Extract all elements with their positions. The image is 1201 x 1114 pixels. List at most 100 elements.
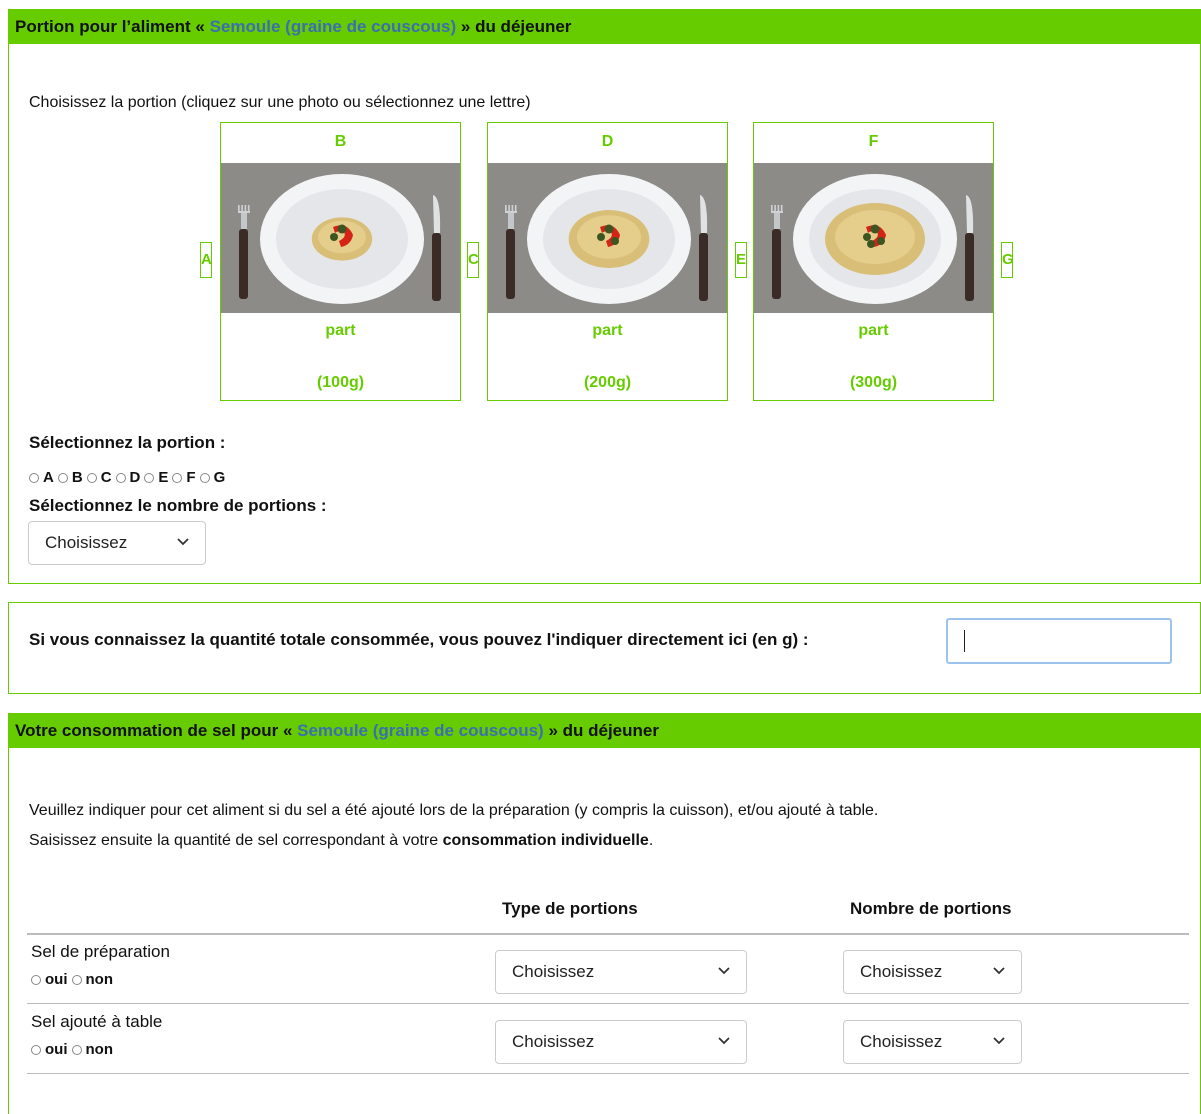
portion-card-weight: (300g) bbox=[849, 374, 898, 391]
portion-card-letter: B bbox=[334, 133, 347, 150]
portion-card-weight: (100g) bbox=[316, 374, 365, 391]
plate-photo-small[interactable] bbox=[221, 163, 460, 313]
olive bbox=[870, 224, 880, 234]
portion-count-select[interactable]: Choisissez bbox=[28, 521, 206, 565]
salt-table-no-radio[interactable]: non bbox=[71, 1041, 114, 1058]
salt-title-prefix: Votre consommation de sel pour « bbox=[15, 721, 293, 740]
select-value: Choisissez bbox=[860, 962, 943, 981]
salt-prep-count-select[interactable]: Choisissez bbox=[843, 950, 1022, 994]
portion-card-part: part bbox=[592, 322, 623, 339]
portion-radio-a[interactable]: A bbox=[29, 469, 54, 486]
row-divider bbox=[27, 1003, 1189, 1004]
salt-title-suffix: » du déjeuner bbox=[548, 721, 659, 740]
instruction-period: . bbox=[648, 832, 654, 849]
salt-prep-no-radio[interactable]: non bbox=[71, 971, 114, 988]
radio-label: A bbox=[43, 469, 54, 486]
portion-radio-group: A B C D E F G bbox=[29, 469, 229, 486]
portion-food-name: Semoule (graine de couscous) bbox=[209, 17, 457, 36]
portion-card-letter: F bbox=[868, 133, 879, 150]
select-portion-label: Sélectionnez la portion : bbox=[29, 433, 226, 452]
portion-radio-e[interactable]: E bbox=[144, 469, 168, 486]
side-letter-e[interactable]: E bbox=[735, 242, 747, 278]
portion-radio-d[interactable]: D bbox=[115, 469, 141, 486]
salt-table-type-select[interactable]: Choisissez bbox=[495, 1020, 747, 1064]
radio-label: F bbox=[186, 469, 196, 486]
chevron-down-icon bbox=[718, 967, 730, 975]
salt-instruction-2: Saisissez ensuite la quantité de sel cor… bbox=[29, 832, 653, 850]
instruction-text: Saisissez ensuite la quantité de sel cor… bbox=[29, 832, 443, 849]
radio-label: oui bbox=[45, 971, 68, 988]
portion-panel: Portion pour l’aliment « Semoule (graine… bbox=[8, 9, 1201, 584]
radio-circle-icon[interactable] bbox=[86, 472, 97, 483]
portion-card-b[interactable]: B part (100g) bbox=[220, 122, 461, 401]
salt-panel: Votre consommation de sel pour « Semoule… bbox=[8, 713, 1201, 1114]
chevron-down-icon bbox=[993, 967, 1005, 975]
column-header-count: Nombre de portions bbox=[850, 899, 1012, 918]
radio-circle-icon[interactable] bbox=[57, 472, 68, 483]
column-header-type: Type de portions bbox=[502, 899, 638, 918]
portion-card-d[interactable]: D part (200g) bbox=[487, 122, 728, 401]
text-cursor bbox=[964, 630, 965, 652]
select-value: Choisissez bbox=[45, 533, 128, 552]
portion-card-letter: D bbox=[601, 133, 614, 150]
select-value: Choisissez bbox=[860, 1032, 943, 1051]
radio-circle-icon[interactable] bbox=[71, 974, 82, 985]
radio-circle-icon[interactable] bbox=[115, 472, 126, 483]
radio-label: non bbox=[85, 971, 114, 988]
salt-prep-type-select[interactable]: Choisissez bbox=[495, 950, 747, 994]
chevron-down-icon bbox=[993, 1037, 1005, 1045]
olive bbox=[863, 233, 871, 241]
radio-circle-icon[interactable] bbox=[71, 1044, 82, 1055]
radio-circle-icon[interactable] bbox=[172, 472, 183, 483]
radio-circle-icon[interactable] bbox=[144, 472, 155, 483]
portion-radio-c[interactable]: C bbox=[86, 469, 112, 486]
olive bbox=[604, 224, 614, 234]
plate-photo-large[interactable] bbox=[754, 163, 993, 313]
radio-label: E bbox=[158, 469, 169, 486]
salt-row-radio-group: oui non bbox=[31, 1041, 117, 1058]
quantity-panel: Si vous connaissez la quantité totale co… bbox=[8, 602, 1201, 694]
salt-row-label: Sel de préparation bbox=[31, 942, 170, 961]
salt-prep-yes-radio[interactable]: oui bbox=[31, 971, 68, 988]
salt-food-name: Semoule (graine de couscous) bbox=[297, 721, 544, 740]
portion-card-part: part bbox=[325, 322, 356, 339]
select-value: Choisissez bbox=[512, 1032, 595, 1051]
portion-card-part: part bbox=[858, 322, 889, 339]
portion-radio-g[interactable]: G bbox=[199, 469, 226, 486]
radio-circle-icon[interactable] bbox=[31, 1044, 41, 1055]
portion-card-weight: (200g) bbox=[583, 374, 632, 391]
side-letter-a[interactable]: A bbox=[200, 242, 212, 278]
quantity-label: Si vous connaissez la quantité totale co… bbox=[29, 630, 809, 649]
portion-instruction: Choisissez la portion (cliquez sur une p… bbox=[29, 94, 531, 111]
plate-photo-medium[interactable] bbox=[488, 163, 727, 313]
radio-label: D bbox=[129, 469, 141, 486]
salt-row-radio-group: oui non bbox=[31, 971, 117, 988]
olive bbox=[597, 233, 605, 241]
salt-instruction-1: Veuillez indiquer pour cet aliment si du… bbox=[29, 802, 879, 819]
radio-label: G bbox=[213, 469, 226, 486]
side-letter-g[interactable]: G bbox=[1001, 242, 1014, 278]
portion-title-prefix: Portion pour l’aliment « bbox=[15, 17, 205, 36]
chevron-down-icon bbox=[718, 1037, 730, 1045]
radio-label: non bbox=[85, 1041, 114, 1058]
olive bbox=[877, 237, 885, 245]
salt-table-yes-radio[interactable]: oui bbox=[31, 1041, 68, 1058]
radio-label: B bbox=[71, 469, 83, 486]
radio-circle-icon[interactable] bbox=[29, 472, 39, 483]
portion-radio-b[interactable]: B bbox=[57, 469, 83, 486]
olive bbox=[330, 233, 338, 241]
side-letter-c[interactable]: C bbox=[467, 242, 479, 278]
portion-title-suffix: » du déjeuner bbox=[460, 17, 572, 36]
salt-row-label: Sel ajouté à table bbox=[31, 1012, 163, 1031]
couscous-highlight bbox=[576, 215, 642, 259]
portion-card-f[interactable]: F part (300g) bbox=[753, 122, 994, 401]
portion-radio-f[interactable]: F bbox=[172, 469, 196, 486]
salt-table-count-select[interactable]: Choisissez bbox=[843, 1020, 1022, 1064]
portion-panel-header: Portion pour l’aliment « Semoule (graine… bbox=[9, 10, 1200, 44]
radio-circle-icon[interactable] bbox=[31, 974, 41, 985]
quantity-input[interactable] bbox=[946, 618, 1172, 664]
radio-label: oui bbox=[45, 1041, 68, 1058]
instruction-emphasis: consommation individuelle bbox=[442, 832, 649, 849]
select-count-label: Sélectionnez le nombre de portions : bbox=[29, 496, 327, 515]
radio-circle-icon[interactable] bbox=[199, 472, 210, 483]
